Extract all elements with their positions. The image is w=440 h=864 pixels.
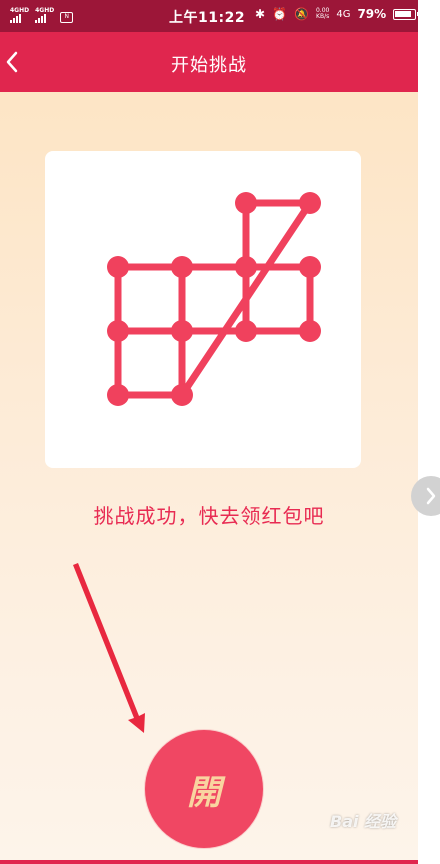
chevron-right-icon — [426, 487, 436, 505]
open-red-packet-button[interactable]: 開 — [145, 730, 263, 848]
bottom-edge — [0, 860, 418, 864]
watermark: Bai 经验 — [330, 812, 397, 831]
open-button-label: 開 — [187, 772, 221, 813]
phone-screen: 4GHD 4GHD N 上午11:22 ✱ ⏰ 🔕 0.00 KB/s 4G 7… — [0, 0, 418, 864]
